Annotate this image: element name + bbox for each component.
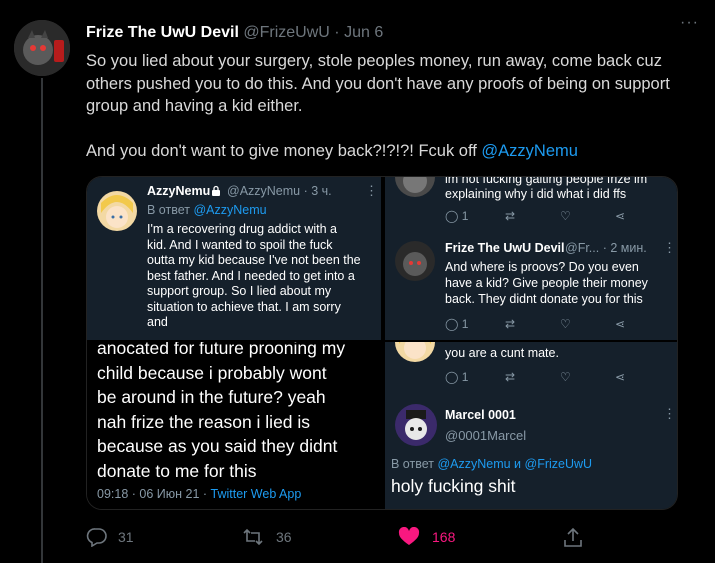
embedded-handle: @Fr... · 2 мин. xyxy=(565,241,647,255)
share-icon xyxy=(564,527,582,547)
cut-text-line: im not fucking gaiting people frize im xyxy=(445,177,648,186)
embedded-author-name: AzzyNemu xyxy=(147,184,211,198)
marcel-avatar xyxy=(395,404,437,446)
tweet-actions-row: ◯ 1 ⇄ ♡ ⋖ xyxy=(445,209,675,223)
media-grid[interactable]: AzzyNemu @AzzyNemu · 3 ч. ⋮ В ответ @Azz… xyxy=(86,176,678,510)
embedded-text-large: holy fucking shit xyxy=(391,476,516,496)
like-button[interactable]: 168 xyxy=(398,527,455,547)
more-options-icon[interactable]: ··· xyxy=(680,14,699,32)
reply-icon: ◯ 1 xyxy=(445,209,469,223)
retweet-icon: ⇄ xyxy=(505,209,516,223)
embedded-reply-to: В ответ @AzzyNemu и @FrizeUwU xyxy=(391,457,593,471)
tweet-text-paragraph-2: And you don't want to give money back?!?… xyxy=(86,141,578,160)
tweet-header: Frize The UwU Devil @FrizeUwU · Jun 6 xyxy=(86,24,383,42)
lock-icon xyxy=(211,184,221,202)
heart-icon xyxy=(398,527,420,545)
embedded-text-block: I'm a recovering drug addict with a kid.… xyxy=(147,222,361,329)
tweet-text-paragraph-1: So you lied about your surgery, stole pe… xyxy=(86,52,670,115)
mention-link[interactable]: @AzzyNemu xyxy=(481,142,578,160)
retweet-button[interactable]: 36 xyxy=(242,527,292,547)
share-button[interactable] xyxy=(562,527,584,549)
author-avatar[interactable] xyxy=(14,20,70,76)
like-icon: ♡ xyxy=(560,317,571,331)
cut-text-line: explaining why i did what i did ffs xyxy=(445,187,627,201)
header-separator: · xyxy=(334,24,340,41)
retweet-icon xyxy=(243,528,263,546)
azzynemu-avatar xyxy=(97,191,137,231)
like-icon: ♡ xyxy=(560,370,571,384)
share-icon: ⋖ xyxy=(615,317,626,331)
marcel-tweet: Marcel 0001 @0001Marcel ⋮ В ответ @AzzyN… xyxy=(385,394,677,509)
embedded-handle: @AzzyNemu · 3 ч. xyxy=(227,184,332,198)
retweet-icon: ⇄ xyxy=(505,317,516,331)
reply-button[interactable]: 31 xyxy=(86,527,134,547)
tweet-actions-row: ◯ 1 ⇄ ♡ ⋖ xyxy=(445,317,675,331)
retweet-icon: ⇄ xyxy=(505,370,516,384)
media-image-1[interactable]: AzzyNemu @AzzyNemu · 3 ч. ⋮ В ответ @Azz… xyxy=(87,177,381,340)
media-image-2[interactable]: anocated for future prooning my child be… xyxy=(87,342,381,509)
media-image-4[interactable]: you are a cunt mate. ◯ 1 ⇄ ♡ ⋖ Marcel 00… xyxy=(385,342,677,509)
embedded-handle: @0001Marcel xyxy=(445,428,527,443)
share-icon: ⋖ xyxy=(615,370,626,384)
embedded-text-block: And where is proovs? Do you even have a … xyxy=(445,260,648,306)
embedded-author-name: Frize The UwU Devil xyxy=(445,241,565,255)
embedded-reply-to: В ответ @AzzyNemu xyxy=(147,203,267,217)
devil-avatar-image xyxy=(14,20,70,76)
embedded-text-large: anocated for future prooning my child be… xyxy=(97,342,346,481)
author-name[interactable]: Frize The UwU Devil xyxy=(86,24,239,41)
like-icon: ♡ xyxy=(560,209,571,223)
thread-line xyxy=(41,78,43,563)
reply-icon xyxy=(86,528,107,547)
frize-avatar xyxy=(395,241,435,281)
tweet-text: So you lied about your surgery, stole pe… xyxy=(86,50,686,162)
tweet-action-bar: 31 36 168 xyxy=(0,510,715,563)
reply-icon: ◯ 1 xyxy=(445,317,469,331)
media-image-3[interactable]: im not fucking gaiting people frize im e… xyxy=(385,177,677,340)
embedded-more-icon: ⋮ xyxy=(663,406,676,421)
cut-avatar xyxy=(395,177,435,197)
tweet-date[interactable]: Jun 6 xyxy=(344,24,383,41)
embedded-author-name: Marcel 0001 xyxy=(445,408,516,422)
tweet-actions-row: ◯ 1 ⇄ ♡ ⋖ xyxy=(445,370,675,384)
cut-text-line: you are a cunt mate. xyxy=(445,346,559,360)
author-handle[interactable]: @FrizeUwU xyxy=(243,24,329,41)
share-icon: ⋖ xyxy=(615,209,626,223)
embedded-meta: 09:18 · 06 Июн 21 · Twitter Web App xyxy=(97,487,302,501)
reply-icon: ◯ 1 xyxy=(445,370,469,384)
embedded-more-icon: ⋮ xyxy=(663,240,676,255)
embedded-more-icon: ⋮ xyxy=(365,183,378,198)
